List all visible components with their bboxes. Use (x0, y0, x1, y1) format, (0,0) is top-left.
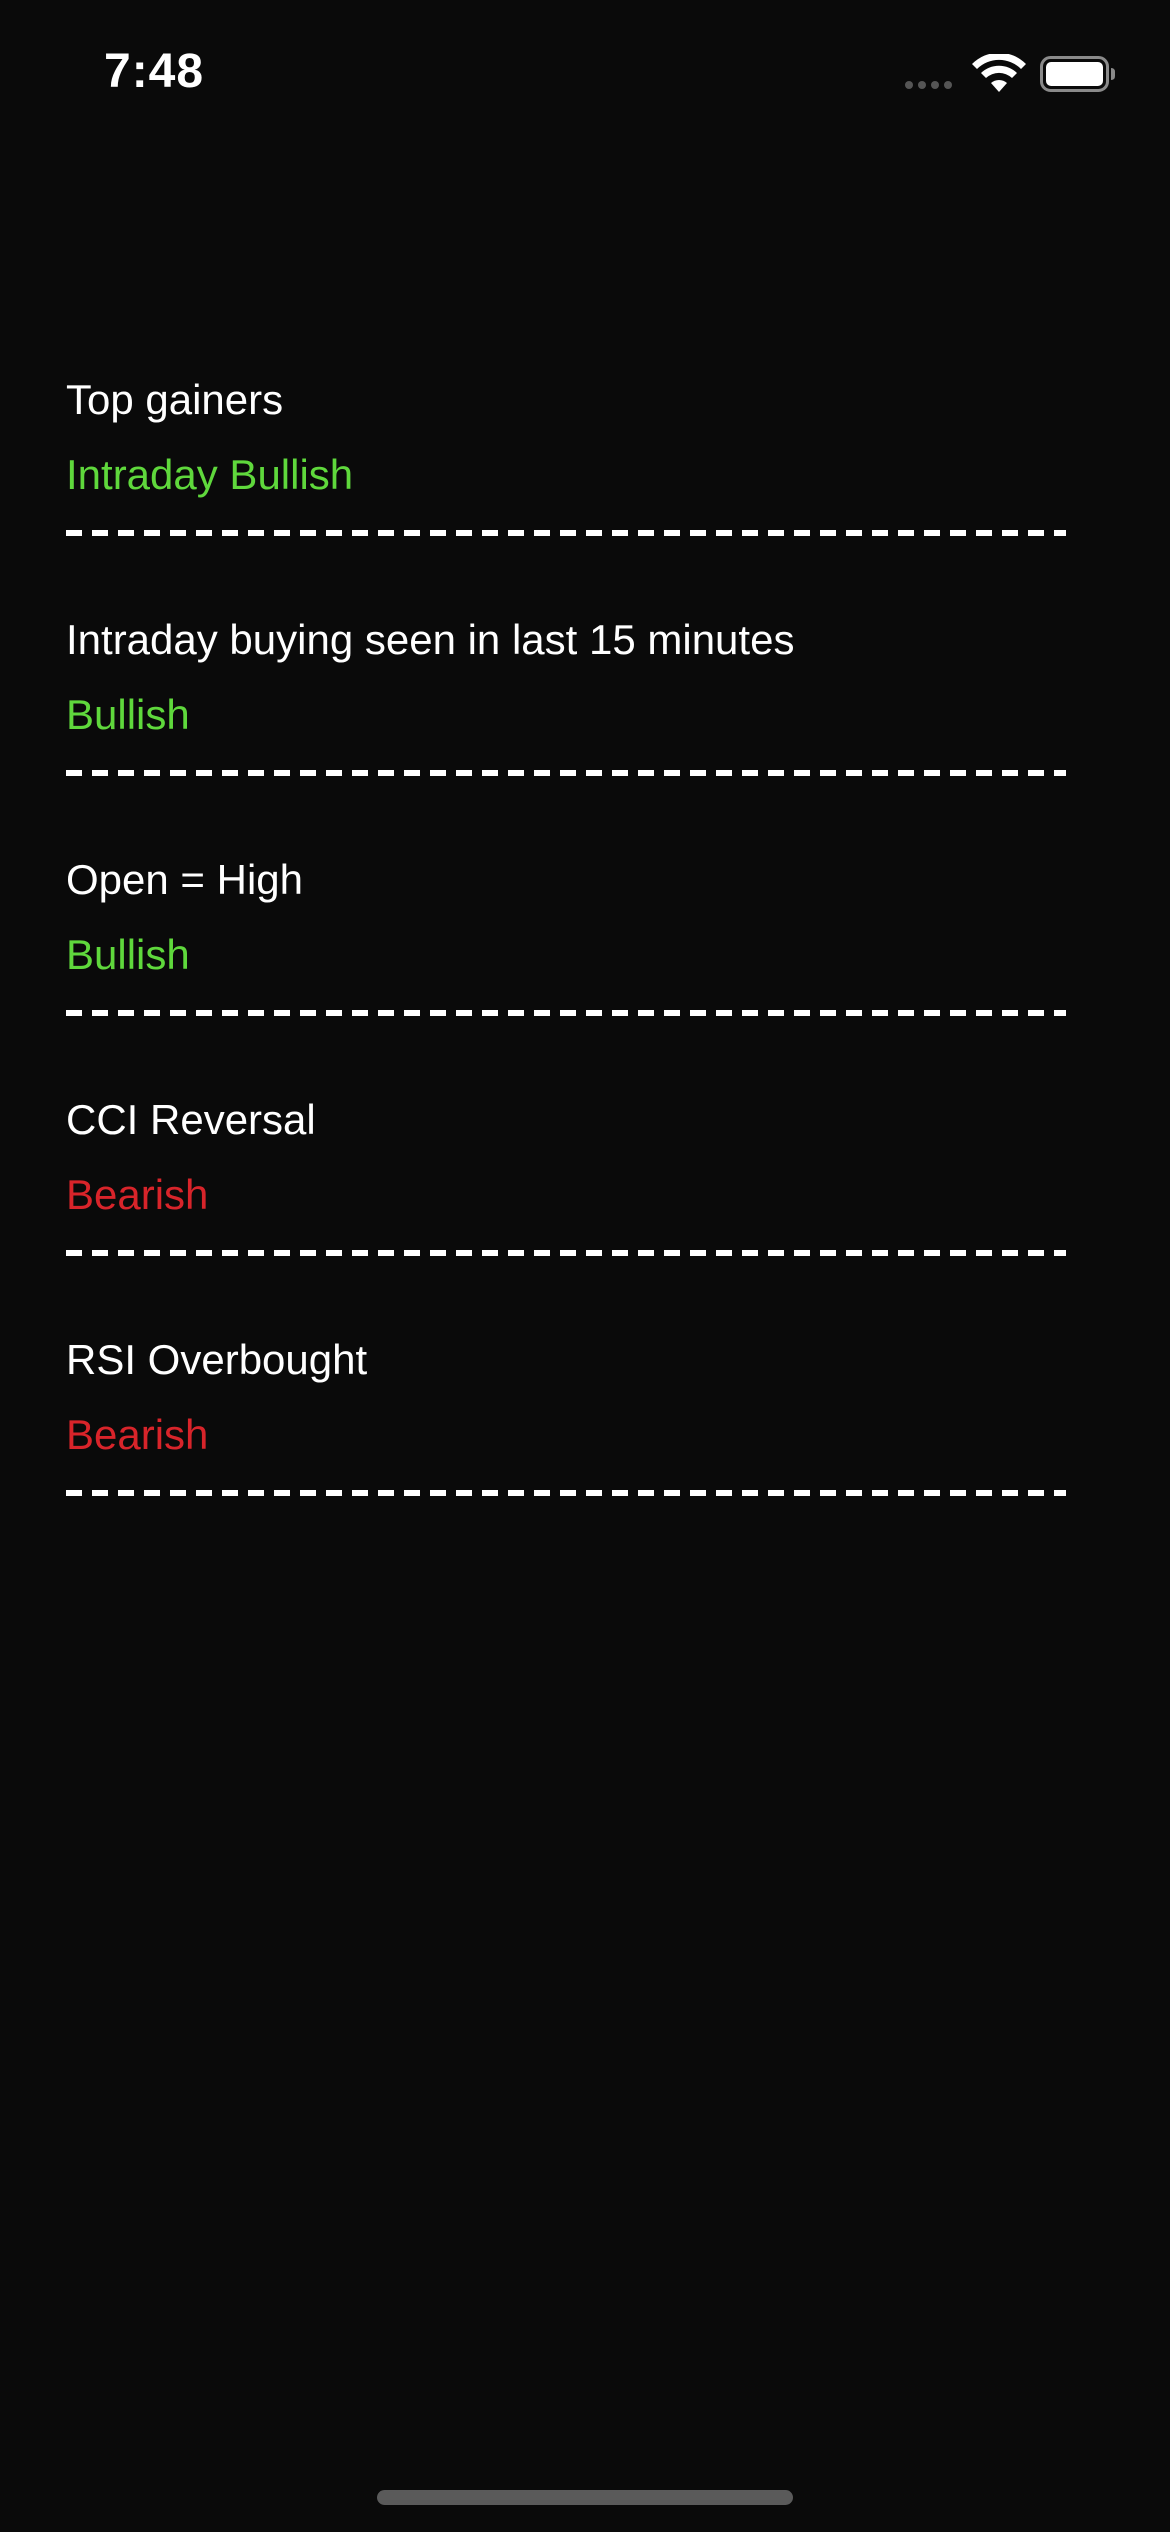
home-indicator[interactable] (377, 2490, 793, 2505)
dashed-divider (66, 530, 1066, 536)
signal-item[interactable]: CCI Reversal Bearish (66, 1090, 1066, 1330)
wifi-icon (972, 54, 1026, 92)
status-bar: 7:48 (0, 0, 1170, 150)
status-time: 7:48 (104, 45, 205, 98)
signal-item[interactable]: Intraday buying seen in last 15 minutes … (66, 610, 1066, 850)
dashed-divider (66, 1490, 1066, 1496)
signal-item[interactable]: Top gainers Intraday Bullish (66, 370, 1066, 610)
signal-dots-icon (905, 81, 952, 89)
dashed-divider (66, 1010, 1066, 1016)
signal-sentiment: Bullish (66, 691, 190, 738)
signal-title: RSI Overbought (66, 1336, 368, 1383)
signal-title: Intraday buying seen in last 15 minutes (66, 616, 795, 663)
signals-list: Top gainers Intraday Bullish Intraday bu… (66, 370, 1066, 1570)
signal-sentiment: Bearish (66, 1411, 209, 1458)
signal-title: Top gainers (66, 376, 284, 423)
battery-icon (1040, 56, 1115, 92)
screen: 7:48 Top gainers Intraday Bullish Intrad… (0, 0, 1170, 2532)
signal-sentiment: Bullish (66, 931, 190, 978)
signal-sentiment: Bearish (66, 1171, 209, 1218)
signal-title: CCI Reversal (66, 1096, 316, 1143)
dashed-divider (66, 1250, 1066, 1256)
signal-item[interactable]: RSI Overbought Bearish (66, 1330, 1066, 1570)
signal-sentiment: Intraday Bullish (66, 451, 354, 498)
signal-title: Open = High (66, 856, 303, 903)
signal-item[interactable]: Open = High Bullish (66, 850, 1066, 1090)
dashed-divider (66, 770, 1066, 776)
